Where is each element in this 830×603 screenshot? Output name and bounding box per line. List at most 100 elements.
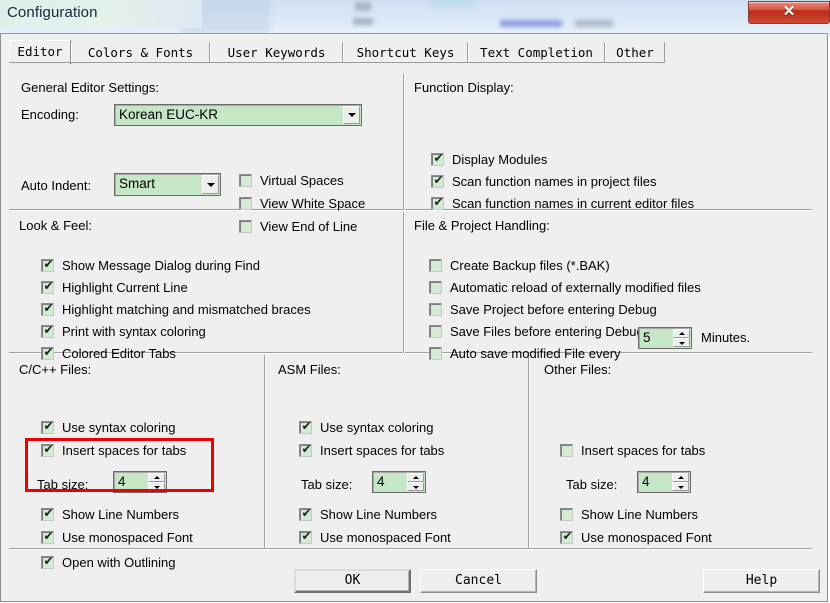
close-button[interactable]: ✕: [748, 1, 830, 24]
general-editor-checkbox-label: View White Space: [260, 196, 366, 211]
c-files-checkbox-label: Use monospaced Font: [62, 530, 193, 545]
look-feel-title: Look & Feel:: [19, 218, 92, 233]
check-icon: ✔: [43, 279, 54, 293]
caret-down-icon: [153, 485, 160, 489]
tab-shortcut-keys[interactable]: Shortcut Keys: [343, 42, 468, 63]
column-divider-highlight: [404, 212, 405, 353]
autosave-minutes-spinner[interactable]: 5: [638, 327, 692, 349]
encoding-combobox[interactable]: Korean EUC-KR: [114, 104, 362, 126]
checkbox-unchecked[interactable]: [429, 325, 442, 338]
check-icon: ✔: [43, 301, 54, 315]
caret-up-icon: [678, 331, 685, 335]
c-files-tab-size-label: Tab size:: [37, 477, 89, 492]
auto-indent-label: Auto Indent:: [21, 178, 92, 193]
asm-files-tab-size-label: Tab size:: [301, 477, 353, 492]
spinner-up-button[interactable]: [148, 473, 165, 482]
checkbox-unchecked[interactable]: [560, 508, 573, 521]
checkbox-unchecked[interactable]: [429, 259, 442, 272]
tab-text-completion[interactable]: Text Completion: [468, 42, 605, 63]
asm-files-tab-size-spinner[interactable]: 4: [372, 471, 426, 493]
caret-down-icon: [677, 485, 684, 489]
spinner-buttons[interactable]: [673, 329, 690, 347]
check-icon: ✔: [433, 195, 444, 209]
file-project-checkbox-label: Automatic reload of externally modified …: [450, 280, 701, 295]
checkbox-checked[interactable]: ✔: [41, 346, 54, 360]
file-project-checkbox-label: Auto save modified File every: [450, 346, 621, 361]
checkbox-checked[interactable]: ✔: [41, 301, 54, 316]
checkbox-unchecked[interactable]: [560, 444, 573, 457]
spinner-up-button[interactable]: [672, 473, 689, 482]
window-titlebar: Configuration ✕: [0, 0, 830, 34]
checkbox-checked[interactable]: ✔: [41, 555, 54, 569]
checkbox-checked[interactable]: ✔: [299, 420, 312, 434]
look-feel-checkbox-label: Highlight matching and mismatched braces: [62, 302, 311, 317]
auto-indent-dropdown-button[interactable]: [202, 175, 219, 194]
caret-up-icon: [677, 475, 684, 479]
checkbox-checked[interactable]: ✔: [41, 257, 54, 272]
checkbox-checked[interactable]: ✔: [431, 152, 444, 166]
checkbox-checked[interactable]: ✔: [41, 279, 54, 294]
auto-indent-combobox[interactable]: Smart: [114, 173, 221, 196]
spinner-down-button[interactable]: [148, 482, 165, 491]
c-files-checkbox-label: Use syntax coloring: [62, 420, 176, 435]
checkbox-checked[interactable]: ✔: [560, 529, 573, 544]
checkbox-checked[interactable]: ✔: [431, 195, 444, 210]
spinner-down-button[interactable]: [407, 482, 424, 491]
ok-button[interactable]: OK: [294, 569, 411, 593]
tab-editor[interactable]: Editor: [9, 40, 71, 64]
section-divider-highlight: [9, 549, 812, 550]
cancel-button[interactable]: Cancel: [420, 569, 537, 593]
checkbox-checked[interactable]: ✔: [41, 443, 54, 457]
help-button[interactable]: Help: [703, 569, 820, 593]
checkbox-unchecked[interactable]: [239, 174, 252, 187]
encoding-dropdown-button[interactable]: [343, 106, 360, 124]
checkbox-checked[interactable]: ✔: [299, 442, 312, 457]
function-display-checkbox-label: Display Modules: [452, 152, 548, 167]
check-icon: ✔: [562, 529, 573, 543]
function-display-title: Function Display:: [414, 80, 514, 95]
asm-files-title: ASM Files:: [278, 362, 341, 377]
checkbox-unchecked[interactable]: [429, 303, 442, 316]
checkbox-unchecked[interactable]: [429, 281, 442, 294]
check-icon: ✔: [43, 529, 54, 543]
asm-files-checkbox-label: Insert spaces for tabs: [320, 443, 445, 458]
checkbox-checked[interactable]: ✔: [299, 506, 312, 521]
checkbox-checked[interactable]: ✔: [41, 529, 54, 544]
encoding-label: Encoding:: [21, 107, 79, 122]
chevron-down-icon: [206, 182, 215, 187]
spinner-buttons[interactable]: [407, 473, 424, 491]
checkbox-unchecked[interactable]: [239, 197, 252, 210]
tab-other[interactable]: Other: [605, 42, 665, 63]
checkbox-checked[interactable]: ✔: [41, 324, 54, 338]
function-display-checkbox-label: Scan function names in project files: [452, 174, 657, 189]
spinner-down-button[interactable]: [672, 482, 689, 491]
check-icon: ✔: [43, 257, 54, 271]
checkbox-unchecked[interactable]: [429, 347, 442, 360]
caret-up-icon: [412, 475, 419, 479]
other-files-tab-size-label: Tab size:: [566, 477, 618, 492]
c-files-tab-size-spinner[interactable]: 4: [113, 471, 167, 493]
tab-colors-fonts[interactable]: Colors & Fonts: [71, 42, 210, 63]
column-divider-highlight: [265, 355, 266, 548]
spinner-down-button[interactable]: [673, 338, 690, 347]
file-project-checkbox-label: Create Backup files (*.BAK): [450, 258, 610, 273]
check-icon: ✔: [301, 442, 312, 456]
c-files-checkbox-label: Open with Outlining: [62, 555, 176, 570]
spinner-up-button[interactable]: [673, 329, 690, 338]
window-title: Configuration: [7, 4, 98, 21]
checkbox-checked[interactable]: ✔: [299, 530, 312, 544]
checkbox-checked[interactable]: ✔: [431, 174, 444, 188]
check-icon: ✔: [301, 506, 312, 520]
checkbox-checked[interactable]: ✔: [41, 420, 54, 434]
other-files-tab-size-spinner[interactable]: 4: [637, 471, 691, 493]
checkbox-unchecked[interactable]: [239, 220, 252, 233]
encoding-value: Korean EUC-KR: [119, 107, 219, 122]
general-editor-checkbox-label: Virtual Spaces: [260, 173, 344, 188]
column-divider-highlight: [529, 355, 530, 548]
spinner-buttons[interactable]: [148, 473, 165, 491]
close-icon: ✕: [782, 3, 796, 20]
checkbox-checked[interactable]: ✔: [41, 507, 54, 521]
spinner-up-button[interactable]: [407, 473, 424, 482]
tab-user-keywords[interactable]: User Keywords: [210, 42, 343, 63]
spinner-buttons[interactable]: [672, 473, 689, 491]
